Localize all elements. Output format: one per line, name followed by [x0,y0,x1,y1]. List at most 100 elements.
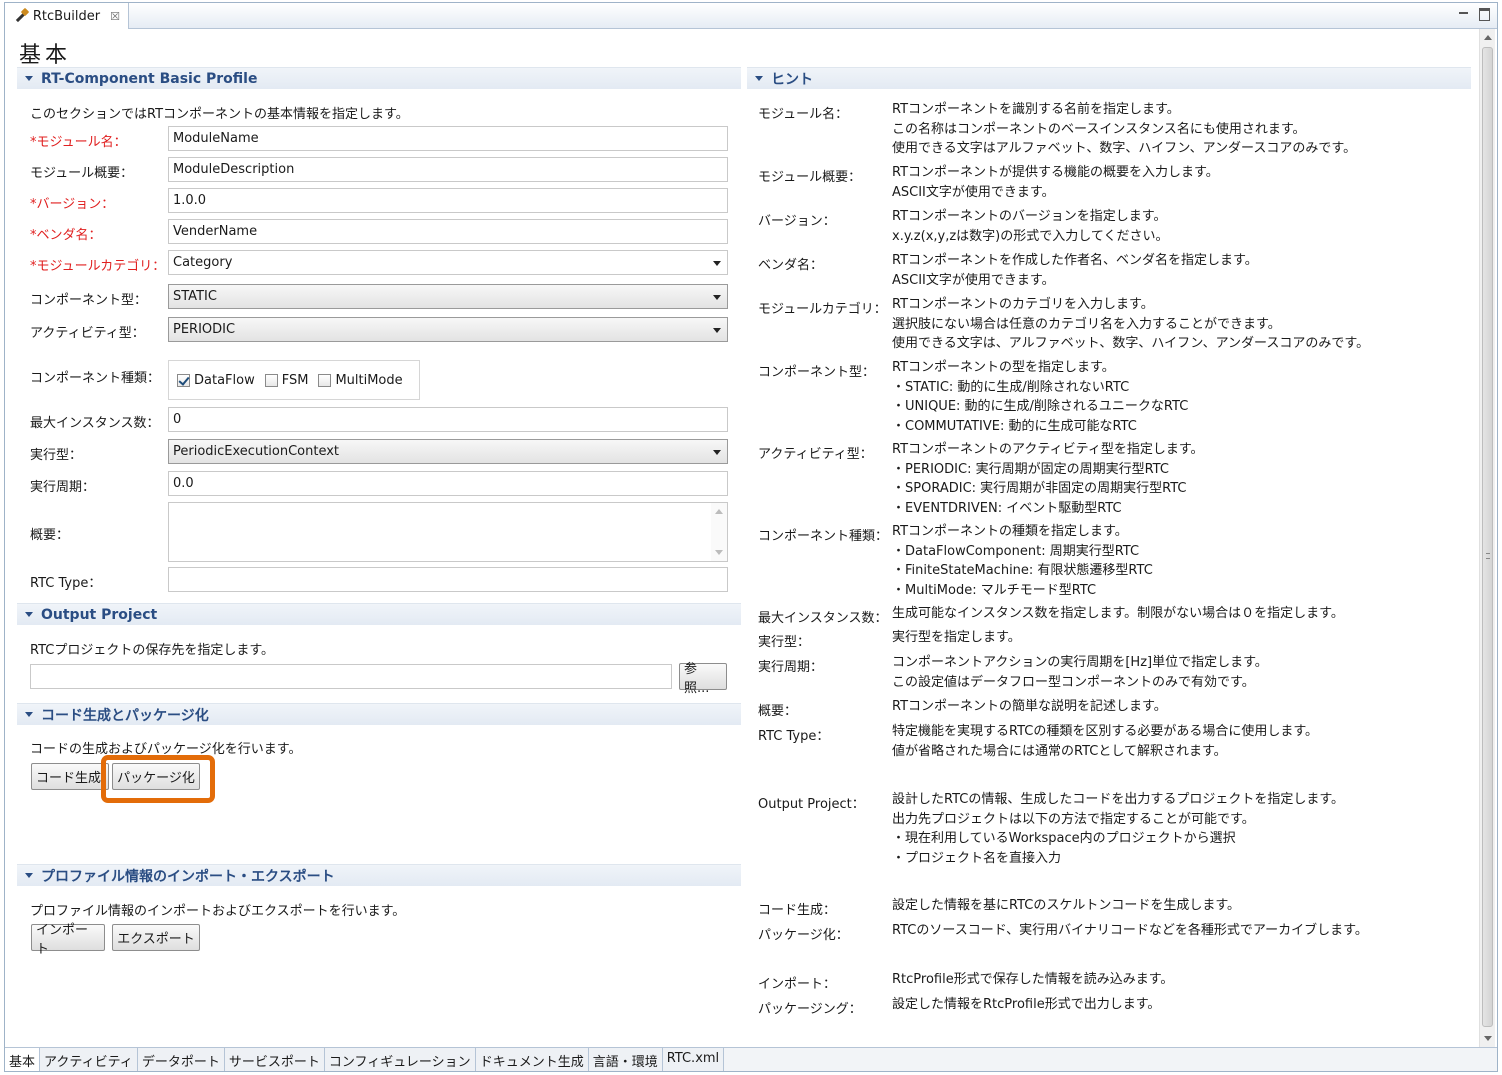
fsm-checkbox[interactable]: FSM [264,372,309,388]
page-title: 基本 [19,43,72,68]
grip-icon [1486,553,1490,559]
tab-dataport[interactable]: データポート [137,1048,225,1071]
section-header-output-project[interactable]: Output Project [17,603,741,625]
chevron-down-icon[interactable] [713,295,721,300]
module-desc-label: モジュール概要： [30,166,134,181]
hint-text: RTコンポーネントを作成した作者名、ベンダ名を指定します。 ASCII文字が使用… [892,253,1258,288]
maximize-icon[interactable] [1477,6,1491,21]
textarea-scrollbar[interactable] [711,503,727,561]
hint-text: RTCのソースコード、実行用バイナリコードなどを各種形式でアーカイブします。 [892,923,1368,938]
scroll-down-icon[interactable] [715,550,723,555]
hint-text: RTコンポーネントのカテゴリを入力します。 選択肢にない場合は任意のカテゴリ名を… [892,297,1370,351]
tab-activity[interactable]: アクティビティ [40,1048,138,1071]
output-path-field[interactable] [30,664,672,689]
scroll-up-icon[interactable] [1484,35,1492,40]
category-combo[interactable]: Category [168,250,728,275]
comp-kind-label: コンポーネント種類： [30,371,161,386]
exec-rate-field[interactable]: 0.0 [168,471,728,496]
dataflow-checkbox[interactable]: DataFlow [177,373,255,388]
collapse-triangle-icon[interactable] [25,612,33,617]
hint-text: コンポーネントアクションの実行周期を[Hz]単位で指定します。 この設定値はデー… [892,655,1268,690]
collapse-triangle-icon[interactable] [25,873,33,878]
activity-type-label: アクティビティ型： [30,326,145,341]
activity-type-select[interactable]: PERIODIC [168,317,728,342]
rtcbuilder-icon [13,8,27,24]
export-button[interactable]: エクスポート [112,924,200,951]
editor-tab-bar: RtcBuilder ☒ [5,3,1497,29]
editor-tab-rtcbuilder[interactable]: RtcBuilder ☒ [5,3,129,29]
category-label: *モジュールカテゴリ： [30,259,166,274]
tab-serviceport[interactable]: サービスポート [224,1048,325,1071]
scroll-down-icon[interactable] [1484,1036,1492,1041]
tab-configuration[interactable]: コンフィギュレーション [324,1048,476,1071]
minimize-icon[interactable] [1457,6,1471,20]
rtc-type-field[interactable] [168,567,728,592]
editor-tab-label: RtcBuilder [32,8,101,24]
browse-button[interactable]: 参照... [679,662,727,696]
chevron-down-icon[interactable] [713,328,721,333]
activity-type-value: PERIODIC [173,322,236,337]
vendor-field[interactable]: VenderName [168,219,728,244]
section-header-profile-io[interactable]: プロファイル情報のインポート・エクスポート [17,864,741,886]
collapse-triangle-icon[interactable] [755,76,763,81]
collapse-triangle-icon[interactable] [25,76,33,81]
max-instance-field[interactable]: 0 [168,407,728,432]
hint-text: RTコンポーネントの種類を指定します。 ・DataFlowComponent: … [892,524,1153,598]
hint-label: モジュール名： [758,107,849,122]
exec-rate-label: 実行周期： [30,480,96,495]
section-description: プロファイル情報のインポートおよびエクスポートを行います。 [30,904,406,919]
checkbox-checked-icon[interactable] [177,373,190,387]
section-title: コード生成とパッケージ化 [41,707,209,724]
section-header-codegen[interactable]: コード生成とパッケージ化 [17,703,741,725]
tab-rtc-xml[interactable]: RTC.xml [662,1048,725,1071]
comp-type-select[interactable]: STATIC [168,284,728,309]
vertical-scrollbar[interactable] [1479,29,1495,1047]
vendor-label: *ベンダ名： [30,228,102,243]
comp-type-value: STATIC [173,289,217,304]
hint-label: パッケージング： [758,1002,862,1017]
checkbox-icon[interactable] [264,373,278,387]
version-label: *バージョン： [30,197,115,212]
hint-label: パッケージ化： [758,928,849,943]
hint-label: Output Project： [758,797,865,812]
abstract-textarea[interactable] [168,502,728,562]
exec-type-label: 実行型： [30,448,83,463]
multimode-checkbox[interactable]: MultiMode [318,372,403,388]
collapse-triangle-icon[interactable] [25,712,33,717]
hint-label: モジュールカテゴリ： [758,302,887,317]
hint-text: 実行型を指定します。 [892,630,1021,645]
generate-code-button[interactable]: コード生成 [31,763,109,790]
close-icon[interactable]: ☒ [110,10,120,23]
exec-type-value: PeriodicExecutionContext [173,444,340,459]
hint-text: RTコンポーネントが提供する機能の概要を入力します。 ASCII文字が使用できま… [892,165,1219,200]
fsm-label: FSM [281,372,309,388]
tab-documentation[interactable]: ドキュメント生成 [475,1048,589,1071]
module-name-field[interactable]: ModuleName [168,126,728,151]
hint-text: RTコンポーネントの型を指定します。 ・STATIC: 動的に生成/削除されない… [892,360,1189,434]
exec-type-select[interactable]: PeriodicExecutionContext [168,439,728,464]
version-field[interactable]: 1.0.0 [168,188,728,213]
hint-text: RtcProfile形式で保存した情報を読み込みます。 [892,972,1174,987]
rtc-type-label: RTC Type： [30,576,102,591]
section-header-hints[interactable]: ヒント [747,67,1471,89]
chevron-down-icon[interactable] [713,450,721,455]
hint-text: 設定した情報を基にRTCのスケルトンコードを生成します。 [892,898,1241,913]
hint-label: コード生成： [758,903,837,918]
import-button[interactable]: インポート [31,923,105,957]
section-header-basic-profile[interactable]: RT-Component Basic Profile [17,67,741,89]
scrollbar-thumb[interactable] [1482,47,1493,1027]
module-desc-field[interactable]: ModuleDescription [168,157,728,182]
window-controls [1457,6,1491,21]
hint-label: 実行型： [758,635,811,650]
checkbox-icon[interactable] [318,373,332,387]
highlight-box [101,755,215,803]
hint-text: RTコンポーネントの簡単な説明を記述します。 [892,699,1167,714]
hint-label: 実行周期： [758,660,824,675]
chevron-down-icon[interactable] [713,261,721,266]
hint-label: 最大インスタンス数： [758,611,888,626]
page-tabs: 基本 アクティビティ データポート サービスポート コンフィギュレーション ドキ… [5,1047,1497,1071]
tab-basic[interactable]: 基本 [5,1048,41,1071]
scroll-up-icon[interactable] [715,509,723,514]
multimode-label: MultiMode [335,372,403,388]
tab-language[interactable]: 言語・環境 [588,1048,663,1071]
